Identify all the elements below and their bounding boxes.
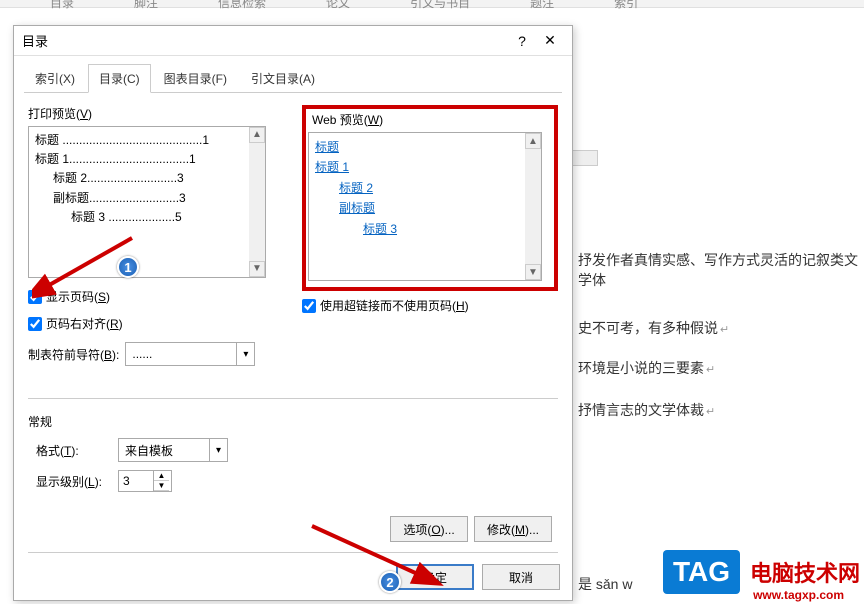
levels-spin[interactable]: ▲▼ (118, 470, 172, 492)
show-page-checkbox[interactable] (28, 290, 42, 304)
bg-text-4: 抒情言志的文学体裁 (578, 400, 715, 420)
divider (28, 398, 558, 399)
web-link[interactable]: 标题 3 (363, 222, 397, 236)
modify-button[interactable]: 修改(M)... (474, 516, 552, 542)
print-preview: 标题 .....................................… (28, 126, 266, 278)
print-preview-label: 打印预览(V) (28, 105, 284, 122)
bg-text-3: 环境是小说的三要素 (578, 358, 715, 378)
web-link[interactable]: 副标题 (339, 201, 375, 215)
bg-text-5: 是 sǎn w (578, 574, 632, 594)
web-link[interactable]: 标题 2 (339, 181, 373, 195)
leader-label: 制表符前导符(B): (28, 346, 119, 363)
spin-down[interactable]: ▼ (154, 481, 169, 491)
watermark-tag: TAG (663, 550, 740, 594)
options-button[interactable]: 选项(O)... (390, 516, 468, 542)
tab-bar: 索引(X) 目录(C) 图表目录(F) 引文目录(A) (14, 56, 572, 93)
close-button[interactable]: ✕ (536, 29, 564, 53)
format-combo[interactable]: 来自模板▾ (118, 438, 228, 462)
web-link[interactable]: 标题 1 (315, 160, 349, 174)
use-hyperlinks-checkbox[interactable] (302, 299, 316, 313)
web-preview-label: Web 预览(W) (308, 111, 552, 128)
right-align-label: 页码右对齐(R) (46, 315, 123, 332)
help-button[interactable]: ? (508, 29, 536, 53)
general-label: 常规 (28, 413, 558, 430)
levels-label: 显示级别(L): (36, 473, 108, 490)
scrollbar[interactable]: ▲▼ (249, 127, 265, 277)
web-preview: 标题 标题 1 标题 2 副标题 标题 3 ▲▼ (308, 132, 542, 281)
bg-pill (570, 150, 598, 166)
tab-toc[interactable]: 目录(C) (88, 64, 151, 93)
use-hyperlinks-label: 使用超链接而不使用页码(H) (320, 297, 469, 314)
bg-text-2: 史不可考，有多种假说 (578, 318, 729, 338)
divider (28, 552, 558, 553)
ok-button[interactable]: 确定 (396, 564, 474, 590)
dialog-title: 目录 (22, 31, 508, 50)
tab-index[interactable]: 索引(X) (24, 64, 86, 93)
ribbon: 目录 脚注 信息检索 论文 引文与书目 题注 索引 (0, 0, 864, 11)
watermark-text: 电脑技术网 (750, 556, 860, 588)
levels-input[interactable] (119, 474, 153, 488)
tab-figures[interactable]: 图表目录(F) (153, 64, 238, 93)
spin-up[interactable]: ▲ (154, 471, 169, 481)
format-label: 格式(T): (36, 442, 108, 459)
web-link[interactable]: 标题 (315, 140, 339, 154)
scrollbar[interactable]: ▲▼ (525, 133, 541, 280)
right-align-checkbox[interactable] (28, 317, 42, 331)
leader-combo[interactable]: ......▾ (125, 342, 255, 366)
web-preview-highlight: Web 预览(W) 标题 标题 1 标题 2 副标题 标题 3 ▲▼ (302, 105, 558, 291)
show-page-label: 显示页码(S) (46, 288, 110, 305)
annotation-badge-2: 2 (379, 571, 401, 593)
toc-dialog: 目录 ? ✕ 索引(X) 目录(C) 图表目录(F) 引文目录(A) 打印预览(… (13, 25, 573, 601)
cancel-button[interactable]: 取消 (482, 564, 560, 590)
bg-text-1: 抒发作者真情实感、写作方式灵活的记叙类文学体 (578, 250, 864, 290)
tab-citations[interactable]: 引文目录(A) (240, 64, 326, 93)
watermark-url: www.tagxp.com (753, 588, 844, 602)
annotation-badge-1: 1 (117, 256, 139, 278)
